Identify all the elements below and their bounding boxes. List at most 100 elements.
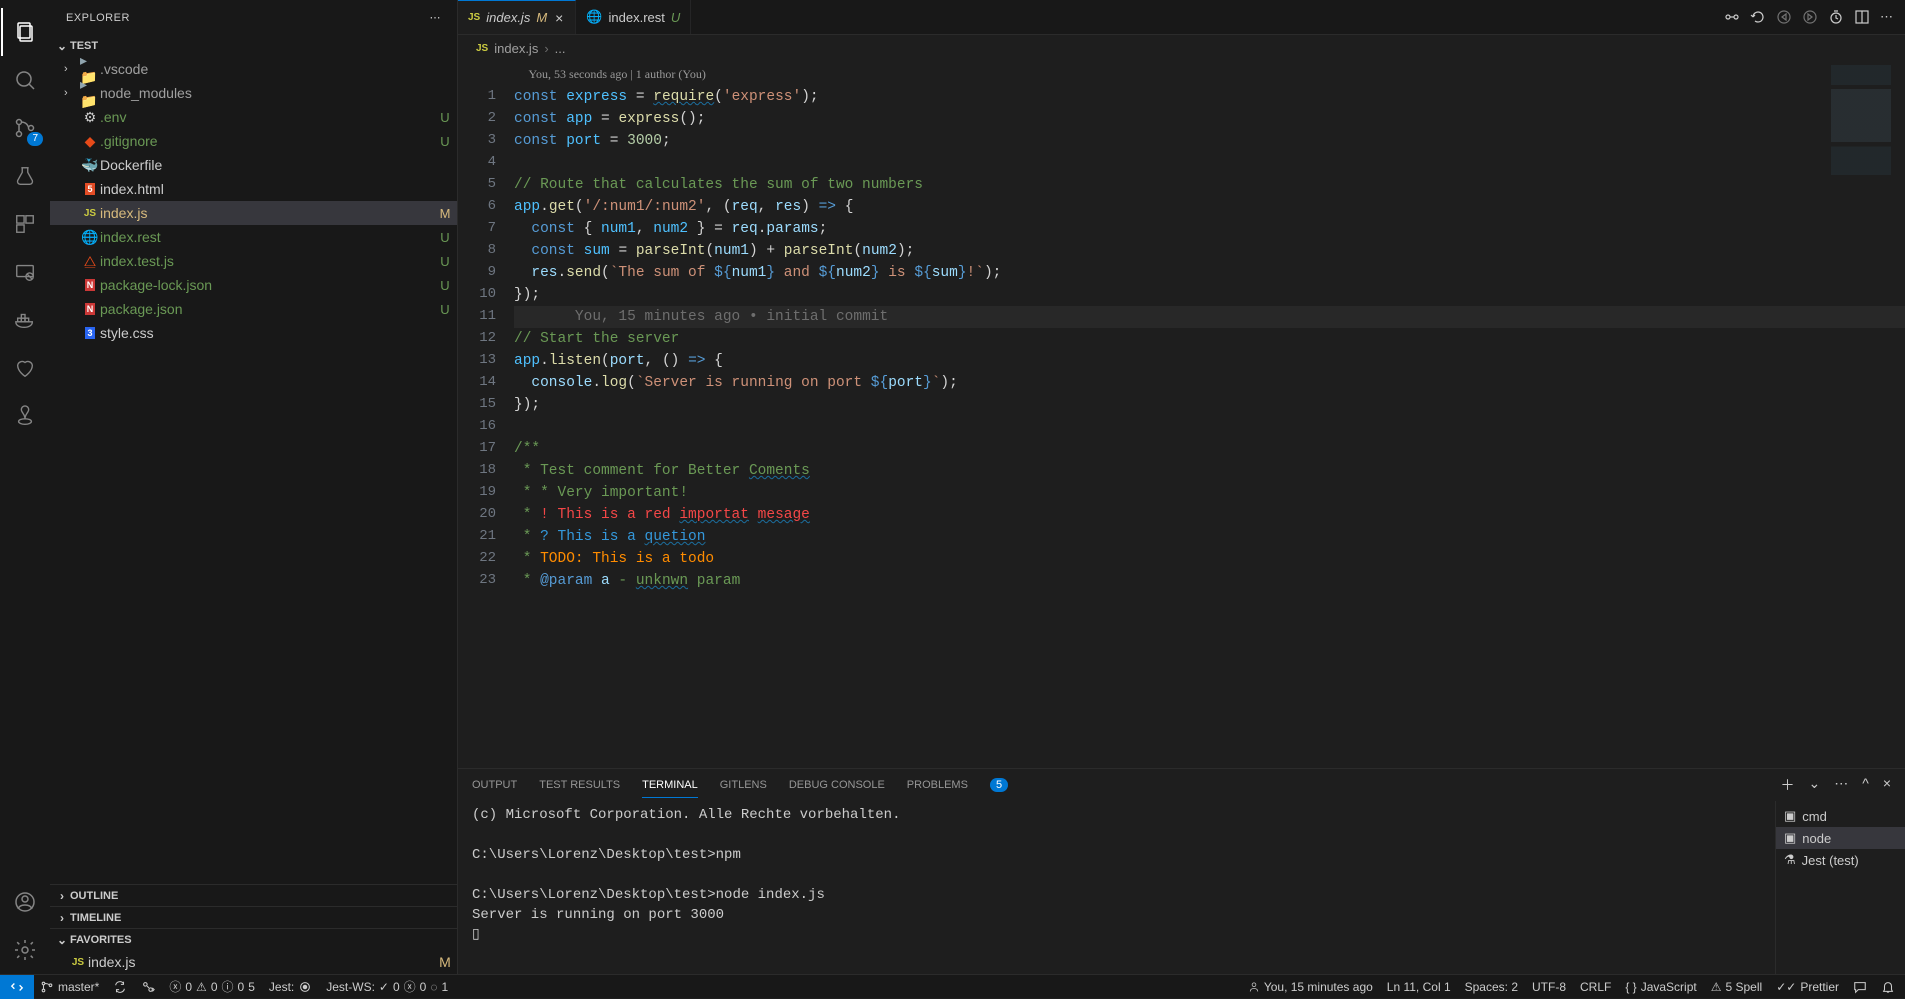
- cmd-icon: ▣: [1784, 830, 1796, 846]
- jest-status[interactable]: Jest:: [269, 980, 312, 994]
- html-icon: 5: [80, 183, 100, 195]
- panel-more-icon[interactable]: ⋯: [1834, 775, 1848, 795]
- panel-tab-test-results[interactable]: TEST RESULTS: [539, 773, 620, 797]
- language-mode[interactable]: { }JavaScript: [1625, 980, 1696, 994]
- editor-area: JS index.js M × 🌐 index.rest U ⋯ JS: [458, 0, 1905, 974]
- close-icon[interactable]: ×: [553, 10, 565, 26]
- encoding[interactable]: UTF-8: [1532, 980, 1566, 994]
- activity-docker[interactable]: [1, 296, 49, 344]
- compare-icon[interactable]: [1724, 9, 1740, 25]
- chevron-down-icon: ⌄: [54, 933, 70, 947]
- terminal-dropdown-icon[interactable]: ⌄: [1809, 775, 1821, 795]
- rest-icon: 🌐: [80, 229, 100, 246]
- favorite-item[interactable]: JS index.js M: [50, 950, 457, 974]
- eol[interactable]: CRLF: [1580, 980, 1611, 994]
- activity-scm[interactable]: 7: [1, 104, 49, 152]
- editor-tabs: JS index.js M × 🌐 index.rest U ⋯: [458, 0, 1905, 35]
- activity-account[interactable]: [1, 878, 49, 926]
- docker-icon: 🐳: [80, 157, 100, 174]
- explorer-title: EXPLORER: [66, 12, 130, 24]
- terminal-output[interactable]: (c) Microsoft Corporation. Alle Rechte v…: [458, 801, 1775, 974]
- favorites-section[interactable]: ⌄ FAVORITES: [50, 928, 457, 950]
- activity-search[interactable]: [1, 56, 49, 104]
- chevron-right-icon: ›: [54, 911, 70, 925]
- file-item[interactable]: › N package.json U: [50, 297, 457, 321]
- folder-item[interactable]: › ▸📁 .vscode: [50, 57, 457, 81]
- outline-section[interactable]: › OUTLINE: [50, 884, 457, 906]
- file-item[interactable]: › JS index.js M: [50, 201, 457, 225]
- maximize-panel-icon[interactable]: ^: [1862, 775, 1869, 795]
- panel-tab-output[interactable]: OUTPUT: [472, 773, 517, 797]
- css-icon: 3: [80, 327, 100, 339]
- js-icon: JS: [68, 957, 88, 968]
- activity-extensions[interactable]: [1, 200, 49, 248]
- terminal-item[interactable]: ⚗Jest (test): [1776, 849, 1905, 871]
- spell-check[interactable]: ⚠5 Spell: [1711, 980, 1762, 994]
- activity-remote[interactable]: [1, 248, 49, 296]
- live-share-button[interactable]: [141, 980, 155, 994]
- npm-icon: N: [80, 303, 100, 315]
- run-prev-icon[interactable]: [1776, 9, 1792, 25]
- chevron-down-icon: ⌄: [54, 39, 70, 53]
- terminal-item[interactable]: ▣node: [1776, 827, 1905, 849]
- file-tree: › ▸📁 .vscode › ▸📁 node_modules › ⚙ .env …: [50, 57, 457, 884]
- run-next-icon[interactable]: [1802, 9, 1818, 25]
- revert-icon[interactable]: [1750, 9, 1766, 25]
- activity-favorites[interactable]: [1, 344, 49, 392]
- blame-indicator[interactable]: You, 15 minutes ago: [1248, 980, 1373, 994]
- indentation[interactable]: Spaces: 2: [1465, 980, 1518, 994]
- activity-explorer[interactable]: [1, 8, 49, 56]
- scm-badge: 7: [27, 132, 43, 146]
- more-icon[interactable]: ⋯: [1880, 9, 1893, 25]
- prettier-status[interactable]: ✓✓Prettier: [1776, 980, 1839, 994]
- file-item[interactable]: › 🐳 Dockerfile: [50, 153, 457, 177]
- file-item[interactable]: › ◆ .gitignore U: [50, 129, 457, 153]
- panel-tab-gitlens[interactable]: GITLENS: [720, 773, 767, 797]
- timeline-section[interactable]: › TIMELINE: [50, 906, 457, 928]
- terminal-item[interactable]: ▣cmd: [1776, 805, 1905, 827]
- tab-index-rest[interactable]: 🌐 index.rest U: [576, 0, 691, 34]
- folder-item[interactable]: › ▸📁 node_modules: [50, 81, 457, 105]
- breadcrumb[interactable]: JS index.js › ...: [458, 35, 1905, 61]
- split-icon[interactable]: [1854, 9, 1870, 25]
- panel-tab-debug-console[interactable]: DEBUG CONSOLE: [789, 773, 885, 797]
- cursor-position[interactable]: Ln 11, Col 1: [1387, 980, 1451, 994]
- activity-genie[interactable]: [1, 392, 49, 440]
- problems-indicator[interactable]: ⓧ0 ⚠0 ⓘ0 5: [169, 978, 255, 995]
- js-icon: JS: [476, 43, 488, 54]
- panel-tabs: OUTPUT TEST RESULTS TERMINAL GITLENS DEBUG C…: [458, 769, 1905, 801]
- jest-ws-status[interactable]: Jest-WS: ✓0 ⓧ0 ◌1: [326, 978, 448, 995]
- timer-icon[interactable]: [1828, 9, 1844, 25]
- file-item[interactable]: › 3 style.css: [50, 321, 457, 345]
- close-panel-icon[interactable]: ×: [1883, 775, 1891, 795]
- editor-actions: ⋯: [1724, 0, 1905, 34]
- file-item[interactable]: › ⚙ .env U: [50, 105, 457, 129]
- cmd-icon: ▣: [1784, 808, 1796, 824]
- bell-icon[interactable]: [1881, 980, 1895, 994]
- sync-button[interactable]: [113, 980, 127, 994]
- file-item[interactable]: › 5 index.html: [50, 177, 457, 201]
- explorer-more-icon[interactable]: ⋯: [430, 11, 442, 24]
- file-item[interactable]: › ⧋ index.test.js U: [50, 249, 457, 273]
- code-editor[interactable]: 1234567891011121314151617181920212223 Yo…: [458, 61, 1905, 768]
- activity-bar: 7: [0, 0, 50, 974]
- bottom-panel: OUTPUT TEST RESULTS TERMINAL GITLENS DEBUG C…: [458, 768, 1905, 974]
- tab-index-js[interactable]: JS index.js M ×: [458, 0, 576, 34]
- feedback-icon[interactable]: [1853, 980, 1867, 994]
- panel-tab-terminal[interactable]: TERMINAL: [642, 773, 698, 798]
- status-bar: master* ⓧ0 ⚠0 ⓘ0 5 Jest: Jest-WS: ✓0 ⓧ0 …: [0, 974, 1905, 998]
- test-icon: ⧋: [80, 253, 100, 270]
- root-folder-header[interactable]: ⌄ TEST: [50, 35, 457, 57]
- js-icon: JS: [80, 208, 100, 219]
- branch-indicator[interactable]: master*: [40, 980, 99, 994]
- new-terminal-icon[interactable]: ＋: [1781, 775, 1795, 795]
- chevron-right-icon: ›: [64, 87, 80, 99]
- git-icon: ◆: [80, 133, 100, 150]
- file-item[interactable]: › 🌐 index.rest U: [50, 225, 457, 249]
- file-item[interactable]: › N package-lock.json U: [50, 273, 457, 297]
- minimap[interactable]: [1831, 65, 1891, 175]
- activity-settings[interactable]: [1, 926, 49, 974]
- activity-testing[interactable]: [1, 152, 49, 200]
- remote-button[interactable]: [0, 975, 34, 999]
- panel-tab-problems[interactable]: PROBLEMS: [907, 773, 968, 797]
